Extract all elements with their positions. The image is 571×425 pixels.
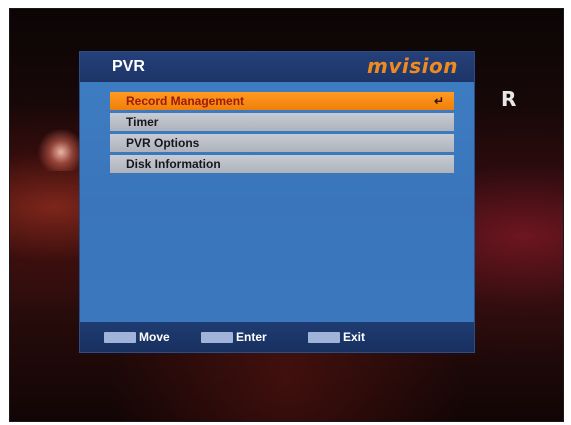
enter-icon: ↵ bbox=[433, 94, 444, 108]
chandelier-light bbox=[38, 129, 84, 171]
menu-list: Record Management ↵ Timer PVR Options Di… bbox=[110, 92, 454, 176]
arrow-key-icon bbox=[104, 331, 136, 343]
enter-hint: Enter bbox=[201, 330, 267, 344]
menu-footer: Move Enter Exit bbox=[80, 322, 474, 352]
menu-item-timer[interactable]: Timer bbox=[110, 113, 454, 131]
menu-title: PVR bbox=[112, 58, 145, 75]
exit-key-icon bbox=[308, 331, 340, 343]
exit-hint: Exit bbox=[308, 330, 365, 344]
move-hint: Move bbox=[104, 330, 170, 344]
menu-item-label: PVR Options bbox=[126, 136, 200, 150]
channel-logo: R bbox=[501, 87, 517, 111]
menu-item-pvr-options[interactable]: PVR Options bbox=[110, 134, 454, 152]
pvr-menu-panel: PVR mvision Record Management ↵ Timer PV… bbox=[80, 52, 474, 352]
enter-label: Enter bbox=[236, 330, 267, 344]
menu-item-record-management[interactable]: Record Management ↵ bbox=[110, 92, 454, 110]
menu-item-disk-information[interactable]: Disk Information bbox=[110, 155, 454, 173]
menu-item-label: Disk Information bbox=[126, 157, 221, 171]
move-label: Move bbox=[139, 330, 170, 344]
exit-label: Exit bbox=[343, 330, 366, 344]
menu-item-label: Record Management bbox=[126, 94, 245, 108]
brand-logo: mvision bbox=[367, 54, 458, 78]
ok-key-icon bbox=[201, 331, 233, 343]
menu-item-label: Timer bbox=[126, 115, 159, 129]
menu-header: PVR mvision bbox=[80, 52, 474, 82]
